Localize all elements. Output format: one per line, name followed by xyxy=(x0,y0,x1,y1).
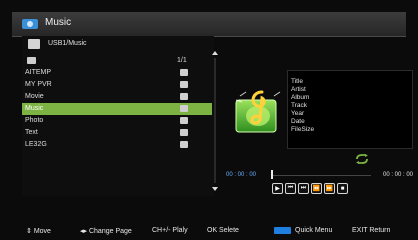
list-item-selected[interactable]: Music xyxy=(22,103,212,115)
left-right-arrow-icon: ◂▸ xyxy=(80,228,88,235)
progress-thumb[interactable] xyxy=(271,170,273,179)
current-path: USB1/Music xyxy=(26,36,206,52)
scroll-down-arrow-icon[interactable] xyxy=(212,187,218,191)
music-note-icon xyxy=(235,90,281,133)
progress-bar[interactable] xyxy=(271,175,371,176)
up-folder-icon xyxy=(27,57,36,64)
folder-icon xyxy=(180,105,188,112)
info-track-label: Track xyxy=(291,102,308,109)
previous-button[interactable]: ⏮ xyxy=(285,183,296,194)
up-directory-row[interactable]: 1/1 xyxy=(22,55,212,67)
play-icon: ▶ xyxy=(275,186,280,192)
folder-icon xyxy=(180,81,188,88)
list-item-label: Movie xyxy=(25,93,44,100)
page-title: Music xyxy=(45,17,72,28)
info-artist-label: Artist xyxy=(291,86,306,93)
title-bar: Music xyxy=(12,12,406,37)
previous-icon: ⏮ xyxy=(287,185,294,191)
move-hint: ⇕ Move xyxy=(26,228,51,235)
folder-icon xyxy=(180,93,188,100)
info-filesize-label: FileSize xyxy=(291,126,315,133)
exit-hint: EXIT Return xyxy=(352,227,391,234)
next-button[interactable]: ⏭ xyxy=(298,183,309,194)
list-item-label: Photo xyxy=(25,117,44,124)
up-down-arrow-icon: ⇕ xyxy=(26,228,32,235)
folder-icon xyxy=(180,117,188,124)
list-item-label: LE32G xyxy=(25,141,47,148)
play-button[interactable]: ▶ xyxy=(272,183,283,194)
list-item-label: Music xyxy=(25,105,44,112)
folder-icon xyxy=(28,39,40,49)
quick-menu-hint: Quick Menu xyxy=(295,227,333,234)
footer-hints: ⇕ Move ◂▸ Change Page CH+/- Plaly OK Sel… xyxy=(22,224,410,238)
list-item-label: AITEMP xyxy=(25,69,52,76)
rewind-button[interactable]: ⏪ xyxy=(311,183,322,194)
folder-icon xyxy=(180,141,188,148)
folder-icon xyxy=(180,129,188,136)
scrollbar[interactable] xyxy=(214,58,216,183)
info-date-label: Date xyxy=(291,118,305,125)
next-icon: ⏭ xyxy=(300,185,307,191)
repeat-icon[interactable] xyxy=(355,154,369,164)
playback-controls: ▶ ⏮ ⏭ ⏪ ⏩ ■ xyxy=(272,183,348,195)
info-title-label: Title xyxy=(291,78,304,85)
list-item[interactable]: Text xyxy=(22,127,212,139)
folder-icon xyxy=(180,69,188,76)
page-indicator: 1/1 xyxy=(177,57,187,64)
file-list: 1/1 AITEMP MY PVR Movie Music Photo Text… xyxy=(22,55,212,151)
fast-forward-button[interactable]: ⏩ xyxy=(324,183,335,194)
track-info-fields: Title Artist Album Track Year Date FileS… xyxy=(291,78,314,134)
blue-key-icon xyxy=(274,227,291,234)
chplay-hint: CH+/- Plaly xyxy=(152,227,188,234)
stop-button[interactable]: ■ xyxy=(337,183,348,194)
list-item[interactable]: Photo xyxy=(22,115,212,127)
list-item-label: MY PVR xyxy=(25,81,52,88)
list-item[interactable]: Movie xyxy=(22,91,212,103)
list-item-label: Text xyxy=(25,129,38,136)
elapsed-time: 00 : 00 : 00 xyxy=(226,172,257,178)
rewind-icon: ⏪ xyxy=(312,186,321,192)
music-icon xyxy=(22,19,38,29)
info-year-label: Year xyxy=(291,110,305,117)
scroll-up-arrow-icon[interactable] xyxy=(212,51,218,55)
change-page-hint: ◂▸ Change Page xyxy=(80,228,132,235)
stop-icon: ■ xyxy=(340,185,345,192)
list-item[interactable]: LE32G xyxy=(22,139,212,151)
path-label: USB1/Music xyxy=(48,40,87,47)
list-item[interactable]: MY PVR xyxy=(22,79,212,91)
info-album-label: Album xyxy=(291,94,310,101)
ok-hint: OK Selete xyxy=(207,227,239,234)
list-item[interactable]: AITEMP xyxy=(22,67,212,79)
total-time: 00 : 00 : 00 xyxy=(383,172,414,178)
fast-forward-icon: ⏩ xyxy=(325,186,334,192)
